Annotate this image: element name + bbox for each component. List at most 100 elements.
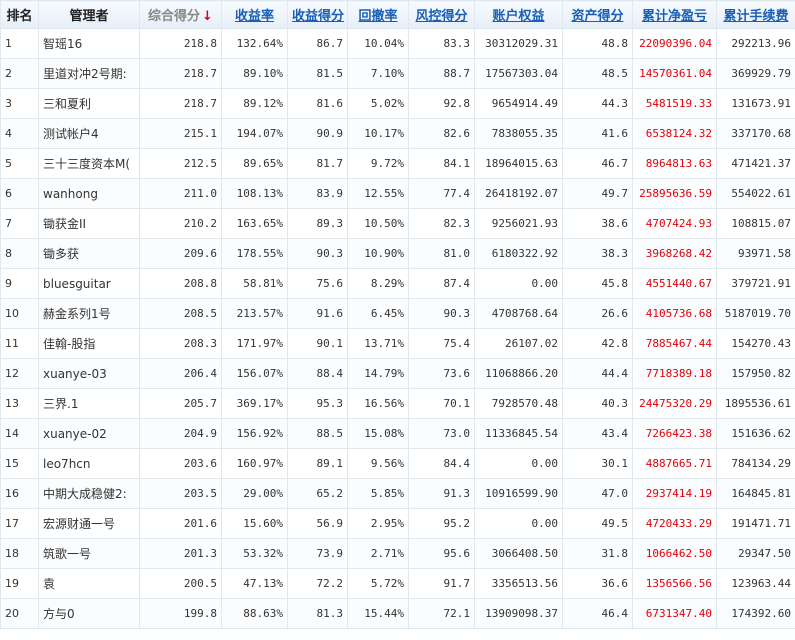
cell-net-pnl: 3968268.42 [632, 238, 717, 269]
cell-manager[interactable]: bluesguitar [38, 268, 140, 299]
cell-manager[interactable]: 智瑶16 [38, 28, 140, 59]
table-row: 7 锄获金II 210.2 163.65% 89.3 10.50% 82.3 9256021.… [0, 208, 795, 239]
cell-risk-score: 82.3 [408, 208, 475, 239]
table-row: 20 方与0 199.8 88.63% 81.3 15.44% 72.1 13909098.3… [0, 598, 795, 629]
cell-drawdown: 14.79% [347, 358, 409, 389]
cell-return: 89.65% [221, 148, 288, 179]
ranking-table: 排名 管理者 综合得分 ↓ 收益率 收益得分 回撤率 风控得分 账户权益 资产得分… [0, 0, 795, 629]
cell-net-pnl: 1356566.56 [632, 568, 717, 599]
cell-asset-score: 47.0 [562, 478, 633, 509]
col-return-header[interactable]: 收益率 [221, 0, 288, 29]
cell-risk-score: 92.8 [408, 88, 475, 119]
cell-return-score: 81.6 [287, 88, 348, 119]
cell-fees: 471421.37 [716, 148, 795, 179]
cell-return: 369.17% [221, 388, 288, 419]
cell-return-score: 73.9 [287, 538, 348, 569]
cell-rank: 2 [0, 58, 39, 89]
cell-equity: 7838055.35 [474, 118, 563, 149]
cell-manager[interactable]: 赫金系列1号 [38, 298, 140, 329]
col-equity-header[interactable]: 账户权益 [474, 0, 563, 29]
col-return-score-header[interactable]: 收益得分 [287, 0, 348, 29]
cell-rank: 3 [0, 88, 39, 119]
cell-manager[interactable]: 中期大成稳健2: [38, 478, 140, 509]
cell-rank: 13 [0, 388, 39, 419]
table-row: 2 里道对冲2号期: 218.7 89.10% 81.5 7.10% 88.7 1756730… [0, 58, 795, 89]
cell-manager[interactable]: 里道对冲2号期: [38, 58, 140, 89]
cell-fees: 1895536.61 [716, 388, 795, 419]
cell-fees: 337170.68 [716, 118, 795, 149]
table-row: 8 锄多获 209.6 178.55% 90.3 10.90% 81.0 6180322.92… [0, 238, 795, 269]
cell-score: 200.5 [139, 568, 222, 599]
cell-manager[interactable]: 宏源财通一号 [38, 508, 140, 539]
cell-equity: 0.00 [474, 268, 563, 299]
cell-net-pnl: 24475320.29 [632, 388, 717, 419]
cell-net-pnl: 7718389.18 [632, 358, 717, 389]
col-drawdown-header[interactable]: 回撤率 [347, 0, 409, 29]
cell-manager[interactable]: xuanye-03 [38, 358, 140, 389]
cell-drawdown: 2.71% [347, 538, 409, 569]
cell-score: 215.1 [139, 118, 222, 149]
cell-rank: 15 [0, 448, 39, 479]
cell-manager[interactable]: leo7hcn [38, 448, 140, 479]
table-row: 11 佳翰-股指 208.3 171.97% 90.1 13.71% 75.4 26107.0… [0, 328, 795, 359]
cell-rank: 11 [0, 328, 39, 359]
cell-risk-score: 75.4 [408, 328, 475, 359]
cell-return: 156.92% [221, 418, 288, 449]
cell-score: 206.4 [139, 358, 222, 389]
cell-asset-score: 49.7 [562, 178, 633, 209]
cell-drawdown: 13.71% [347, 328, 409, 359]
cell-rank: 10 [0, 298, 39, 329]
cell-return-score: 88.4 [287, 358, 348, 389]
cell-score: 203.6 [139, 448, 222, 479]
cell-manager[interactable]: xuanye-02 [38, 418, 140, 449]
cell-fees: 369929.79 [716, 58, 795, 89]
cell-manager[interactable]: 袁 [38, 568, 140, 599]
cell-drawdown: 5.02% [347, 88, 409, 119]
cell-score: 204.9 [139, 418, 222, 449]
cell-risk-score: 84.1 [408, 148, 475, 179]
cell-score: 209.6 [139, 238, 222, 269]
cell-score: 208.8 [139, 268, 222, 299]
cell-return-score: 65.2 [287, 478, 348, 509]
cell-manager[interactable]: 佳翰-股指 [38, 328, 140, 359]
cell-net-pnl: 4551440.67 [632, 268, 717, 299]
cell-fees: 174392.60 [716, 598, 795, 629]
col-net-pnl-header[interactable]: 累计净盈亏 [632, 0, 717, 29]
cell-manager[interactable]: 三和夏利 [38, 88, 140, 119]
cell-drawdown: 7.10% [347, 58, 409, 89]
cell-drawdown: 15.44% [347, 598, 409, 629]
cell-return: 194.07% [221, 118, 288, 149]
cell-fees: 379721.91 [716, 268, 795, 299]
cell-asset-score: 40.3 [562, 388, 633, 419]
cell-equity: 11068866.20 [474, 358, 563, 389]
cell-manager[interactable]: 筑歌一号 [38, 538, 140, 569]
cell-risk-score: 84.4 [408, 448, 475, 479]
cell-manager[interactable]: 锄获金II [38, 208, 140, 239]
cell-return: 58.81% [221, 268, 288, 299]
cell-return-score: 83.9 [287, 178, 348, 209]
cell-manager[interactable]: 测试帐户4 [38, 118, 140, 149]
cell-return: 213.57% [221, 298, 288, 329]
cell-return-score: 95.3 [287, 388, 348, 419]
cell-asset-score: 36.6 [562, 568, 633, 599]
cell-manager[interactable]: 锄多获 [38, 238, 140, 269]
col-fees-header[interactable]: 累计手续费 [716, 0, 795, 29]
cell-equity: 13909098.37 [474, 598, 563, 629]
table-row: 17 宏源财通一号 201.6 15.60% 56.9 2.95% 95.2 0.00 49.5… [0, 508, 795, 539]
cell-asset-score: 38.3 [562, 238, 633, 269]
cell-score: 212.5 [139, 148, 222, 179]
cell-fees: 93971.58 [716, 238, 795, 269]
cell-return: 108.13% [221, 178, 288, 209]
col-asset-score-header[interactable]: 资产得分 [562, 0, 633, 29]
col-risk-score-header[interactable]: 风控得分 [408, 0, 475, 29]
cell-drawdown: 16.56% [347, 388, 409, 419]
table-row: 10 赫金系列1号 208.5 213.57% 91.6 6.45% 90.3 4708768… [0, 298, 795, 329]
cell-risk-score: 95.2 [408, 508, 475, 539]
cell-manager[interactable]: 三十三度资本M( [38, 148, 140, 179]
col-score-header[interactable]: 综合得分 ↓ [139, 0, 222, 29]
cell-manager[interactable]: 方与0 [38, 598, 140, 629]
cell-manager[interactable]: 三界.1 [38, 388, 140, 419]
cell-manager[interactable]: wanhong [38, 178, 140, 209]
cell-risk-score: 87.4 [408, 268, 475, 299]
cell-asset-score: 42.8 [562, 328, 633, 359]
